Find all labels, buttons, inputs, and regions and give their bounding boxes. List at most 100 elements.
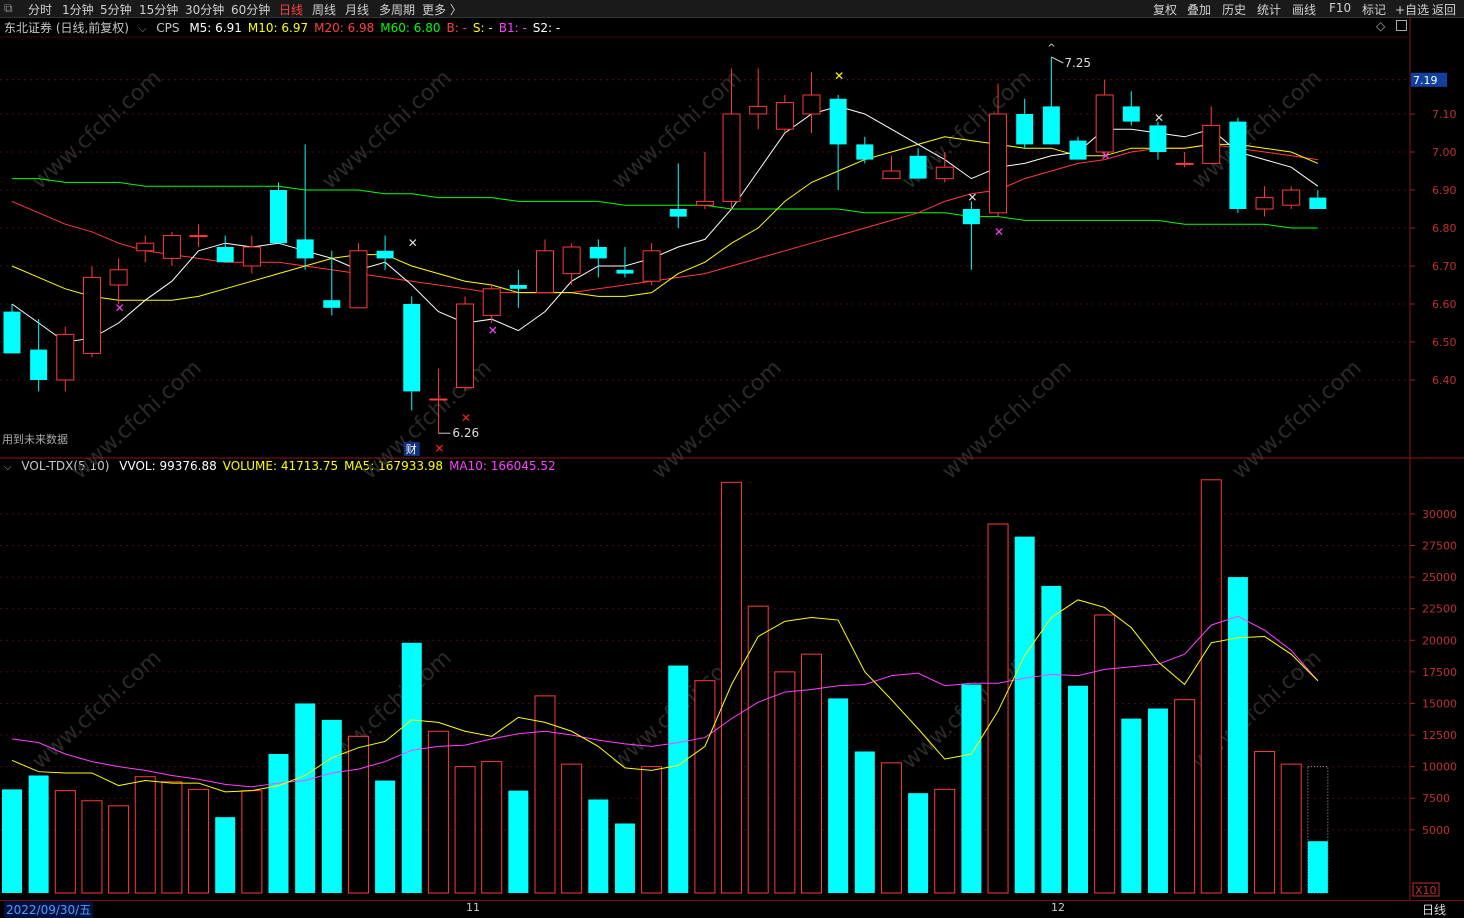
candle-body xyxy=(935,166,954,180)
candle-body xyxy=(642,250,661,282)
volume-bar xyxy=(1307,841,1328,893)
price-tick-label: 6.60 xyxy=(1432,298,1457,311)
candle-body xyxy=(1069,140,1087,160)
high-label: 7.25 xyxy=(1064,56,1091,70)
vol-unit-label: X10 xyxy=(1415,884,1437,897)
watermark-text: www.cfchi.com xyxy=(27,66,166,195)
vol-tick-label: 30000 xyxy=(1422,508,1457,521)
price-tick-label: 6.50 xyxy=(1432,336,1457,349)
candle-body xyxy=(722,113,741,202)
vol-tick-label: 25000 xyxy=(1422,571,1457,584)
volume-bar xyxy=(481,761,503,894)
signal-mark: ✕ xyxy=(967,191,977,205)
volume-bar xyxy=(2,789,22,893)
watermark-text: www.cfchi.com xyxy=(937,356,1076,485)
volume-bar xyxy=(241,790,263,894)
volume-bar xyxy=(641,766,663,894)
candle-body xyxy=(1042,106,1060,145)
watermark-text: www.cfchi.com xyxy=(67,356,206,485)
volume-bar xyxy=(108,805,130,894)
candle-body xyxy=(109,269,128,286)
candle-body xyxy=(376,250,394,259)
current-price-label: 7.19 xyxy=(1413,74,1438,87)
volume-bar xyxy=(401,642,422,893)
fin-mark: 财 xyxy=(406,442,417,456)
signal-mark: ✕ xyxy=(461,411,471,425)
signal-mark: ✕ xyxy=(1154,111,1164,125)
candle-body xyxy=(136,242,155,252)
month-label-11: 11 xyxy=(466,901,480,914)
vol-tick-label: 5000 xyxy=(1422,824,1450,837)
candle-body xyxy=(1202,124,1221,164)
high-marker-icon: ^ xyxy=(1047,43,1055,54)
candle-body xyxy=(509,285,527,289)
price-tick-label: 6.90 xyxy=(1432,184,1457,197)
vol-tick-label: 27500 xyxy=(1422,540,1457,553)
volume-bar xyxy=(1121,718,1142,893)
volume-bar xyxy=(987,523,1009,894)
candle-body xyxy=(1175,162,1194,165)
candle-body xyxy=(1282,189,1301,206)
candle-body xyxy=(189,235,208,238)
candle-body xyxy=(270,190,287,244)
candle-body xyxy=(589,247,607,259)
ma20-line xyxy=(11,143,1318,294)
candle-body xyxy=(1016,114,1034,145)
volume-bar xyxy=(961,684,982,893)
volume-bar xyxy=(934,788,956,894)
candle-body xyxy=(456,303,475,389)
vol-tick-label: 10000 xyxy=(1422,761,1457,774)
candle-body xyxy=(829,98,847,145)
vol-tick-label: 7500 xyxy=(1422,792,1450,805)
candle-body xyxy=(562,246,581,275)
high-label-leader xyxy=(1051,56,1064,64)
ma10-line xyxy=(11,136,1319,301)
candle-body xyxy=(856,144,874,160)
volume-bar xyxy=(908,793,929,893)
kline-chart[interactable]: www.cfchi.com www.cfchi.com www.cfchi.com w… xyxy=(0,0,1464,916)
volume-bar xyxy=(321,719,342,893)
volume-bar xyxy=(1174,699,1196,894)
watermark-text: www.cfchi.com xyxy=(647,356,786,485)
volume-bar xyxy=(880,762,902,894)
price-tick-label: 6.80 xyxy=(1432,222,1457,235)
signal-mark: ✕ xyxy=(488,324,498,338)
candle-body xyxy=(56,333,75,381)
volume-bar xyxy=(295,703,316,893)
candle-body xyxy=(962,209,980,225)
volume-bar xyxy=(1147,708,1168,893)
volume-bar xyxy=(1094,614,1116,894)
volume-bar xyxy=(1014,536,1035,893)
watermark-text: www.cfchi.com xyxy=(27,646,166,775)
candle-body xyxy=(482,288,501,316)
volume-bar xyxy=(54,790,76,894)
candle-body xyxy=(909,155,927,179)
candle-body xyxy=(775,102,794,130)
candle-body xyxy=(349,250,368,309)
volume-bar xyxy=(668,665,689,893)
vol-tick-label: 22500 xyxy=(1422,603,1457,616)
volume-bar xyxy=(1254,750,1276,894)
candle-body xyxy=(1122,106,1140,122)
candle-body xyxy=(30,349,48,380)
vol-tick-label: 15000 xyxy=(1422,697,1457,710)
volume-bar xyxy=(1068,685,1088,893)
volume-bar xyxy=(1227,577,1248,893)
candle-body xyxy=(749,105,768,115)
date-axis-bar: 2022/09/30/五 11 12 日线 xyxy=(0,900,1464,918)
candle-body xyxy=(3,311,21,354)
volume-bar xyxy=(1280,763,1302,894)
candle-body xyxy=(242,246,261,267)
candle-body xyxy=(1095,94,1114,153)
candle-body xyxy=(429,398,448,401)
price-tick-label: 6.70 xyxy=(1432,260,1457,273)
volume-bar xyxy=(721,481,743,894)
period-label: 日线 xyxy=(1422,903,1447,917)
volume-bar xyxy=(774,671,796,894)
low-label: 6.26 xyxy=(452,426,479,440)
volume-bar xyxy=(268,754,289,893)
volume-bar xyxy=(427,730,449,894)
candle-body xyxy=(989,113,1008,214)
signal-mark: ✕ xyxy=(408,236,418,250)
volume-bar xyxy=(454,766,476,894)
